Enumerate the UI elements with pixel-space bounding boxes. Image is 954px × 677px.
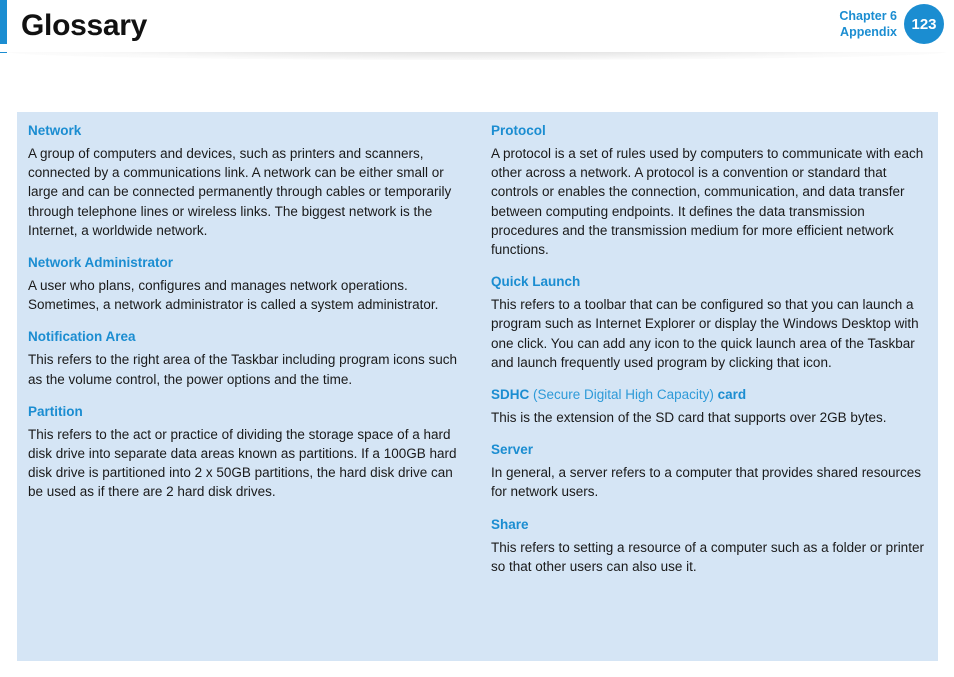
glossary-term: Quick Launch	[491, 274, 581, 290]
chapter-label: Chapter 6 Appendix	[839, 8, 897, 40]
glossary-term-expansion: (Secure Digital High Capacity)	[529, 387, 718, 403]
glossary-entry: Share This refers to setting a resource …	[491, 516, 928, 576]
glossary-term: Network Administrator	[28, 255, 174, 271]
glossary-entry: Protocol A protocol is a set of rules us…	[491, 122, 928, 259]
glossary-entry: Partition This refers to the act or prac…	[28, 403, 467, 502]
glossary-column-left: Network A group of computers and devices…	[17, 122, 479, 516]
glossary-definition: This refers to the right area of the Tas…	[28, 352, 457, 387]
chapter-line-1: Chapter 6	[839, 9, 897, 23]
glossary-entry: SDHC (Secure Digital High Capacity) card…	[491, 386, 928, 427]
glossary-columns: Network A group of computers and devices…	[17, 122, 938, 661]
glossary-term-main: SDHC	[491, 387, 530, 403]
glossary-term: Server	[491, 442, 534, 458]
page-title: Glossary	[21, 9, 148, 42]
glossary-column-right: Protocol A protocol is a set of rules us…	[479, 122, 938, 590]
header-shadow-mask	[0, 44, 954, 52]
glossary-term-composite: SDHC (Secure Digital High Capacity) card	[491, 386, 928, 404]
glossary-definition: This is the extension of the SD card tha…	[491, 410, 887, 426]
glossary-definition: This refers to the act or practice of di…	[28, 426, 457, 500]
glossary-definition: This refers to setting a resource of a c…	[491, 539, 924, 574]
glossary-definition: This refers to a toolbar that can be con…	[491, 297, 919, 370]
glossary-term: Notification Area	[28, 329, 136, 345]
header-chapter-indicator: Chapter 6 Appendix 123	[839, 4, 944, 44]
glossary-term-suffix: card	[717, 387, 747, 403]
page-number-badge: 123	[904, 4, 944, 44]
glossary-definition: A group of computers and devices, such a…	[28, 146, 452, 238]
glossary-definition: A protocol is a set of rules used by com…	[491, 146, 924, 258]
glossary-definition: A user who plans, configures and manages…	[28, 278, 439, 313]
glossary-definition: In general, a server refers to a compute…	[491, 465, 921, 500]
glossary-entry: Network A group of computers and devices…	[28, 122, 467, 240]
glossary-entry: Notification Area This refers to the rig…	[28, 328, 467, 388]
glossary-entry: Quick Launch This refers to a toolbar th…	[491, 273, 928, 372]
chapter-line-2: Appendix	[840, 25, 897, 39]
glossary-term: Share	[491, 516, 529, 532]
glossary-entry: Server In general, a server refers to a …	[491, 441, 928, 501]
glossary-entry: Network Administrator A user who plans, …	[28, 254, 467, 314]
glossary-term: Partition	[28, 403, 83, 419]
glossary-term: Network	[28, 123, 82, 138]
glossary-panel: Network A group of computers and devices…	[17, 112, 938, 661]
glossary-term: Protocol	[491, 123, 546, 138]
